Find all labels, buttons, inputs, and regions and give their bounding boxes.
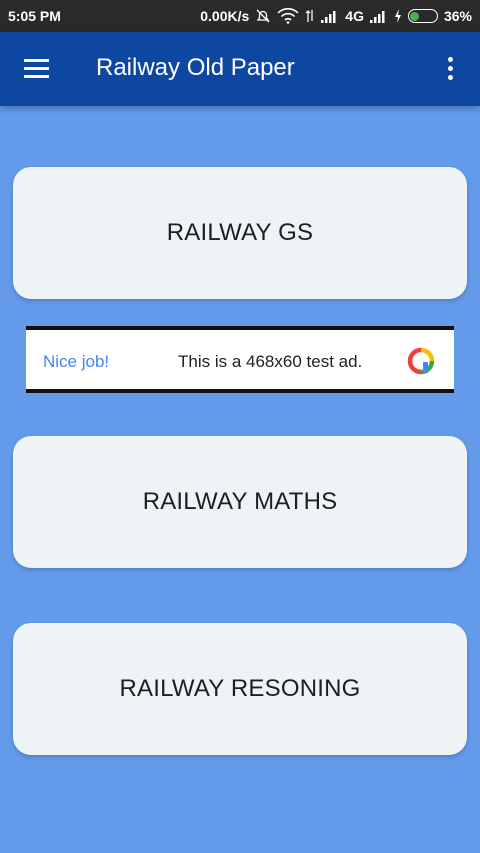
charging-icon <box>394 9 402 23</box>
app-bar: Railway Old Paper <box>0 32 480 106</box>
alarm-off-icon <box>255 8 271 24</box>
status-bar: 5:05 PM 0.00K/s 4G 36% <box>0 0 480 32</box>
battery-level: 36% <box>443 8 472 24</box>
network-speed: 0.00K/s <box>200 8 250 24</box>
network-type: 4G <box>345 8 364 24</box>
railway-maths-label: RAILWAY MATHS <box>142 488 338 515</box>
wifi-icon <box>277 8 299 24</box>
railway-maths-card[interactable]: RAILWAY MATHS <box>13 436 467 568</box>
status-icons: 0.00K/s 4G 36% <box>200 0 472 32</box>
ad-nice-job-text: Nice job! <box>43 352 110 371</box>
signal-icon-2 <box>369 9 388 23</box>
railway-resoning-card[interactable]: RAILWAY RESONING <box>13 623 467 755</box>
status-time: 5:05 PM <box>8 8 61 24</box>
railway-gs-label: RAILWAY GS <box>166 219 314 246</box>
hamburger-menu-icon[interactable] <box>21 55 53 83</box>
ad-banner[interactable]: Nice job! This is a 468x60 test ad. <box>26 326 454 393</box>
data-transfer-icon <box>305 8 315 24</box>
ad-content[interactable]: Nice job! This is a 468x60 test ad. <box>26 330 454 389</box>
app-title: Railway Old Paper <box>96 54 295 81</box>
railway-resoning-label: RAILWAY RESONING <box>119 675 361 702</box>
signal-icon <box>321 9 339 23</box>
battery-icon <box>407 9 438 23</box>
railway-gs-card[interactable]: RAILWAY GS <box>13 167 467 299</box>
ad-choices-icon[interactable] <box>406 346 436 376</box>
more-vert-icon[interactable] <box>440 56 460 82</box>
ad-test-text: This is a 468x60 test ad. <box>178 352 363 371</box>
